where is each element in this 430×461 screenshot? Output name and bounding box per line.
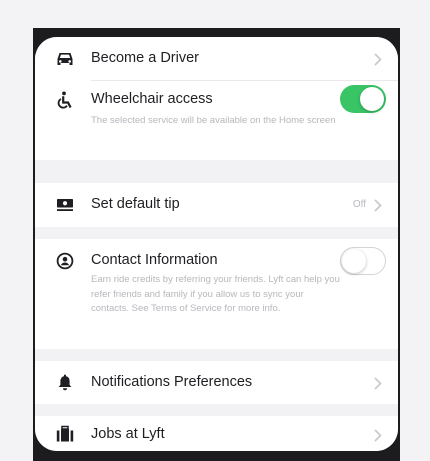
section-gap <box>35 160 398 183</box>
settings-screen: Become a Driver Wheelchair access The se… <box>35 37 398 451</box>
contact-information-description: Earn ride credits by referring your frie… <box>91 274 340 314</box>
wheelchair-access-label: Wheelchair access <box>91 91 213 107</box>
wheelchair-access-toggle[interactable] <box>340 85 386 113</box>
contact-information-label: Contact Information <box>91 252 218 268</box>
section-gap <box>35 404 398 416</box>
notifications-preferences-row[interactable]: Notifications Preferences <box>35 361 398 404</box>
car-icon <box>56 50 74 68</box>
toggle-knob <box>360 87 384 111</box>
notifications-preferences-label: Notifications Preferences <box>91 374 253 390</box>
set-default-tip-row[interactable]: Set default tip Off <box>35 183 398 227</box>
contact-information-row: Contact Information Earn ride credits by… <box>35 239 398 349</box>
briefcase-icon <box>56 425 74 443</box>
chevron-right-icon <box>374 52 384 66</box>
chevron-right-icon <box>374 428 384 442</box>
default-tip-value: Off <box>352 199 366 210</box>
toggle-knob <box>342 249 366 273</box>
contact-information-toggle[interactable] <box>340 247 386 275</box>
chevron-right-icon <box>374 198 384 212</box>
chevron-right-icon <box>374 376 384 390</box>
become-driver-row[interactable]: Become a Driver <box>35 37 398 80</box>
bell-icon <box>56 373 74 391</box>
set-default-tip-label: Set default tip <box>91 196 180 212</box>
phone-frame: Become a Driver Wheelchair access The se… <box>33 28 400 461</box>
wheelchair-access-row: Wheelchair access The selected service w… <box>35 81 398 160</box>
cash-icon <box>56 196 74 214</box>
section-gap <box>35 227 398 239</box>
contact-icon <box>56 252 74 270</box>
jobs-at-lyft-label: Jobs at Lyft <box>91 426 165 442</box>
become-driver-label: Become a Driver <box>91 50 199 66</box>
wheelchair-access-description: The selected service will be available o… <box>91 115 336 126</box>
wheelchair-icon <box>56 91 74 109</box>
section-gap <box>35 349 398 361</box>
jobs-at-lyft-row[interactable]: Jobs at Lyft <box>35 416 398 451</box>
